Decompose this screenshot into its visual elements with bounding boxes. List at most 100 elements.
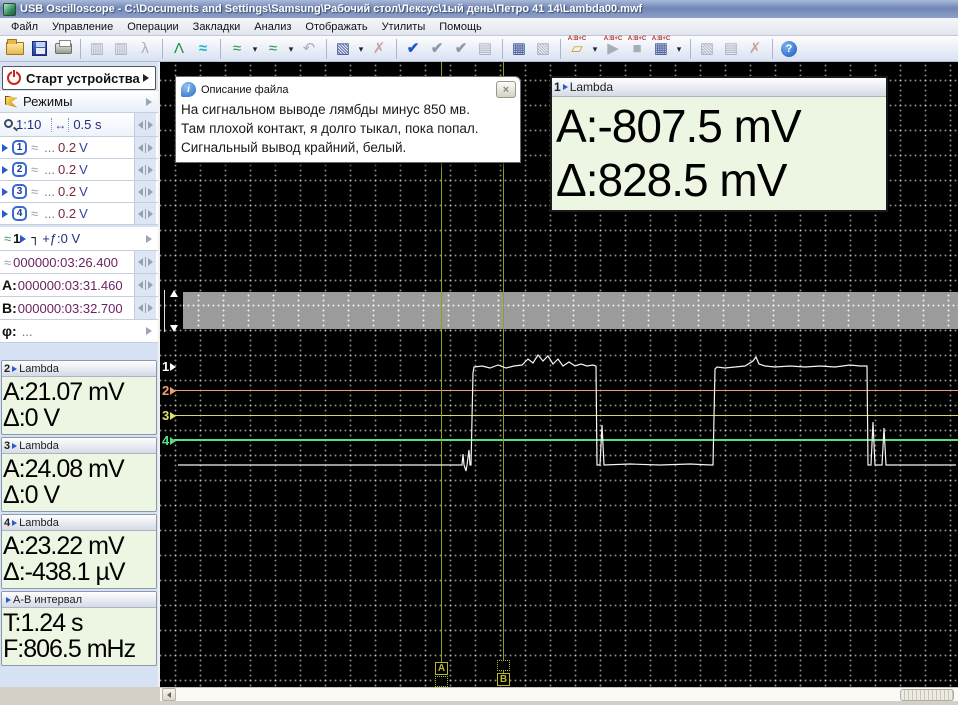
stretch-signal-dropdown-icon[interactable]: ▾ <box>286 38 296 60</box>
modes-label: Режимы <box>23 94 72 109</box>
scale-nav-arrows[interactable] <box>134 113 156 136</box>
channel-nav-arrows[interactable] <box>134 203 156 224</box>
macro-open-icon[interactable]: A:B+C ▱ <box>566 38 588 60</box>
result-chart-icon[interactable]: ▧ <box>696 38 718 60</box>
select-region-icon[interactable]: ▦ <box>508 38 530 60</box>
channel-nav-arrows[interactable] <box>134 159 156 180</box>
edit-signal-icon[interactable]: ≈ <box>192 38 214 60</box>
menu-bookmarks[interactable]: Закладки <box>186 19 248 35</box>
menu-help[interactable]: Помощь <box>432 19 489 35</box>
channel-2-row[interactable]: 2 ≈ ... 0.2 V <box>0 159 158 181</box>
channel-range-value[interactable]: 0.2 <box>58 140 76 155</box>
cursor-b-tag[interactable]: B <box>497 673 510 686</box>
menu-utilities[interactable]: Утилиты <box>375 19 433 35</box>
modes-row[interactable]: Режимы <box>0 91 158 113</box>
channel-nav-arrows[interactable] <box>134 181 156 202</box>
save-icon[interactable] <box>28 38 50 60</box>
signal-tools-icon[interactable]: λ <box>134 38 156 60</box>
menu-display[interactable]: Отображать <box>298 19 374 35</box>
menu-control[interactable]: Управление <box>45 19 120 35</box>
scope-display[interactable]: 1 2 3 4 A B i Описание файла × На сигнал… <box>160 62 958 687</box>
panel-header[interactable]: А-В интервал <box>2 592 156 608</box>
scroll-thumb[interactable] <box>900 689 954 701</box>
horizontal-scrollbar[interactable] <box>160 687 958 701</box>
macro-stop-icon[interactable]: A:B+C ■ <box>626 38 648 60</box>
trigger-row[interactable]: ≈ 1 ┐ +ƒ:0 V <box>0 227 158 251</box>
popup-close-button[interactable]: × <box>496 81 516 98</box>
accept-next-icon[interactable]: ✔ <box>426 38 448 60</box>
lambda-readout-header[interactable]: 1 Lambda <box>552 78 886 97</box>
panel-header[interactable]: 2 Lambda <box>2 361 156 377</box>
start-device-button[interactable]: Старт устройства <box>2 66 156 90</box>
print-icon[interactable] <box>52 38 74 60</box>
panel-arrow-icon <box>12 366 17 372</box>
macro-open-dropdown-icon[interactable]: ▾ <box>590 38 600 60</box>
lambda-panel-ch3[interactable]: 3 Lambda A:24.08 mV Δ:0 V <box>1 437 157 512</box>
menu-analysis[interactable]: Анализ <box>247 19 298 35</box>
accept-icon[interactable]: ✔ <box>402 38 424 60</box>
panel-value-2: Δ:0 V <box>3 405 155 431</box>
window-title: USB Oscilloscope - C:\Documents and Sett… <box>20 3 642 15</box>
scroll-left-button[interactable] <box>162 688 176 701</box>
accept-all-icon[interactable]: ✔ <box>450 38 472 60</box>
trigger-expand-icon[interactable] <box>146 235 152 243</box>
panel-value-1: A:21.07 mV <box>3 379 155 405</box>
channel-range-value[interactable]: 0.2 <box>58 162 76 177</box>
scale-row[interactable]: 1:10 ↔ 0.5 s <box>0 113 158 137</box>
close-view-icon[interactable]: ✗ <box>368 38 390 60</box>
menu-operations[interactable]: Операции <box>120 19 185 35</box>
undo-icon[interactable]: ↶ <box>298 38 320 60</box>
result-close-icon[interactable]: ✗ <box>744 38 766 60</box>
stretch-signal-icon[interactable]: ≈ <box>262 38 284 60</box>
report-icon[interactable]: ▤ <box>474 38 496 60</box>
view-mode-icon[interactable]: ▧ <box>332 38 354 60</box>
toolbar-separator <box>323 38 329 60</box>
cursor-a-tag[interactable]: A <box>435 662 448 675</box>
single-impulse-icon[interactable]: Λ <box>168 38 190 60</box>
lambda-panel-ch4[interactable]: 4 Lambda A:23.22 mV Δ:-438.1 µV <box>1 514 157 589</box>
zoom-signal-dropdown-icon[interactable]: ▾ <box>250 38 260 60</box>
time-position-row[interactable]: ≈ 000000:03:26.400 <box>0 251 158 274</box>
help-icon[interactable]: ? <box>778 38 800 60</box>
channel-range-value[interactable]: 0.2 <box>58 206 76 221</box>
time-nav-arrows[interactable] <box>134 251 156 273</box>
cursor-a-row[interactable]: A: 000000:03:31.460 <box>0 274 158 297</box>
channel-number-badge[interactable]: 2 <box>12 162 27 177</box>
panel-header[interactable]: 3 Lambda <box>2 438 156 454</box>
panel-value-2: Δ:-438.1 µV <box>3 559 155 585</box>
menu-file[interactable]: Файл <box>4 19 45 35</box>
phase-row[interactable]: φ: ... <box>0 320 158 343</box>
view-mode-dropdown-icon[interactable]: ▾ <box>356 38 366 60</box>
cursor-a-nav-arrows[interactable] <box>134 274 156 296</box>
channel-number-badge[interactable]: 3 <box>12 184 27 199</box>
cursor-b-row[interactable]: B: 000000:03:32.700 <box>0 297 158 320</box>
lambda-panel-ch2[interactable]: 2 Lambda A:21.07 mV Δ:0 V <box>1 360 157 435</box>
cursor-a-tag-slot[interactable] <box>435 676 448 687</box>
channel-nav-arrows[interactable] <box>134 137 156 158</box>
channel-range-value[interactable]: 0.2 <box>58 184 76 199</box>
ab-interval-panel[interactable]: А-В интервал T:1.24 s F:806.5 mHz <box>1 591 157 666</box>
modes-arrow-icon[interactable] <box>146 98 152 106</box>
phase-expand-icon[interactable] <box>146 327 152 335</box>
channel-3-row[interactable]: 3 ≈ ... 0.2 V <box>0 181 158 203</box>
trigger-wave-icon: ≈ <box>4 231 11 246</box>
channel-4-row[interactable]: 4 ≈ ... 0.2 V <box>0 203 158 225</box>
result-doc-icon[interactable]: ▤ <box>720 38 742 60</box>
panel-header[interactable]: 4 Lambda <box>2 515 156 531</box>
channel-1-row[interactable]: 1 ≈ ... 0.2 V <box>0 137 158 159</box>
open-file-icon[interactable] <box>4 38 26 60</box>
search-signal-icon[interactable]: ▧ <box>532 38 554 60</box>
save-fragment-icon[interactable]: ▥ <box>86 38 108 60</box>
toolbar-separator <box>77 38 83 60</box>
channel-number-badge[interactable]: 1 <box>12 140 27 155</box>
channel-number-badge[interactable]: 4 <box>12 206 27 221</box>
macro-play-icon[interactable]: A:B+C ▶ <box>602 38 624 60</box>
cursor-b-nav-arrows[interactable] <box>134 297 156 319</box>
sidebar-filler <box>0 668 158 687</box>
expand-arrow-icon[interactable] <box>143 74 149 82</box>
macro-edit-dropdown-icon[interactable]: ▾ <box>674 38 684 60</box>
zoom-signal-icon[interactable]: ≈ <box>226 38 248 60</box>
cursor-b-tag-slot[interactable] <box>497 660 510 671</box>
save-fragment-as-icon[interactable]: ▥ <box>110 38 132 60</box>
macro-edit-icon[interactable]: A:B+C ▦ <box>650 38 672 60</box>
